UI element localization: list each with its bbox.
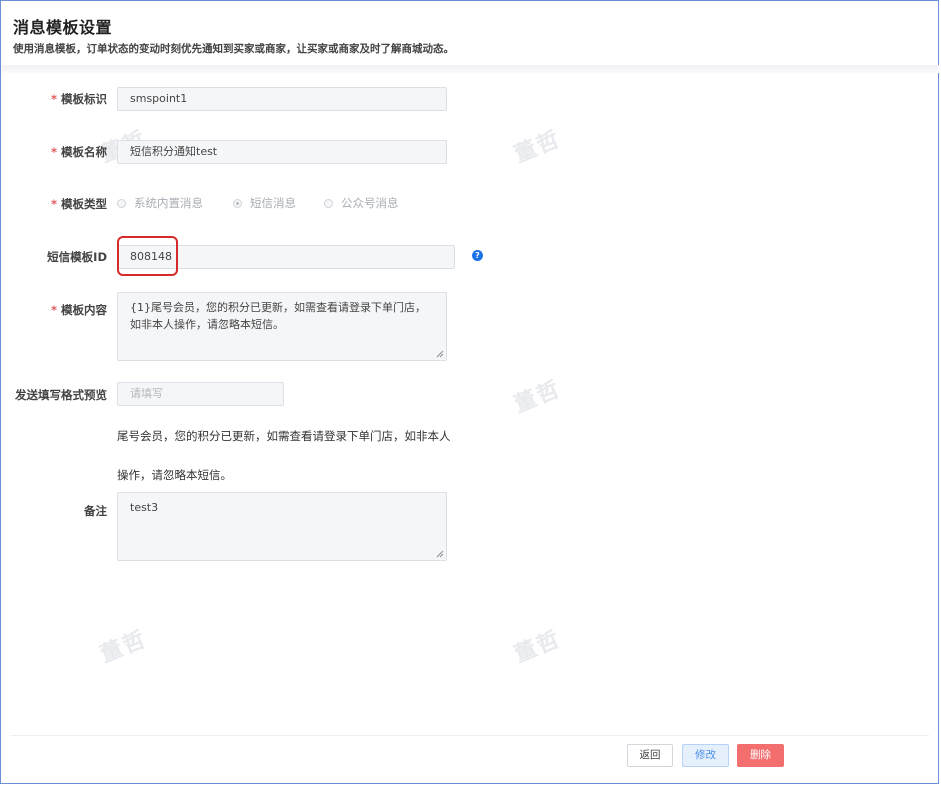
edit-button[interactable]: 修改 — [682, 744, 729, 767]
radio-system-message[interactable]: 系统内置消息 — [117, 195, 203, 211]
back-button[interactable]: 返回 — [627, 744, 673, 767]
radio-sms-message[interactable]: 短信消息 — [233, 195, 296, 211]
preview-input[interactable]: 请填写 — [117, 382, 284, 406]
page-header: 消息模板设置 使用消息模板，订单状态的变动时刻优先通知到买家或商家，让买家或商家… — [13, 14, 454, 56]
required-mark: * — [50, 145, 57, 159]
page-frame: 消息模板设置 使用消息模板，订单状态的变动时刻优先通知到买家或商家，让买家或商家… — [0, 0, 939, 784]
footer-divider — [11, 735, 929, 736]
delete-button[interactable]: 删除 — [737, 744, 784, 767]
radio-dot — [324, 199, 333, 208]
header-divider — [2, 65, 939, 73]
template-type-label: * 模板类型 — [50, 197, 107, 211]
page-description: 使用消息模板，订单状态的变动时刻优先通知到买家或商家，让买家或商家及时了解商城动… — [13, 43, 454, 55]
template-id-input[interactable]: smspoint1 — [117, 87, 447, 111]
watermark: 董哲 — [511, 626, 565, 668]
resize-handle-icon[interactable] — [436, 350, 444, 358]
remark-textarea[interactable]: test3 — [117, 492, 447, 561]
template-id-label: * 模板标识 — [50, 92, 107, 106]
template-content-label: * 模板内容 — [50, 303, 107, 317]
watermark: 董哲 — [511, 376, 565, 418]
watermark: 董哲 — [97, 626, 151, 668]
page-title: 消息模板设置 — [13, 18, 113, 37]
resize-handle-icon[interactable] — [436, 550, 444, 558]
required-mark: * — [50, 303, 57, 317]
required-mark: * — [50, 92, 57, 106]
template-name-input[interactable]: 短信积分通知test — [117, 140, 447, 164]
watermark: 董哲 — [511, 126, 565, 168]
template-content-textarea[interactable]: {1}尾号会员，您的积分已更新，如需查看请登录下单门店，如非本人操作，请忽略本短… — [117, 292, 447, 361]
preview-label: 发送填写格式预览 — [15, 388, 107, 402]
radio-dot-selected — [233, 199, 242, 208]
required-mark: * — [50, 197, 57, 211]
preview-text: 尾号会员，您的积分已更新，如需查看请登录下单门店，如非本人操作，请忽略本短信。 — [117, 429, 451, 482]
annotation-highlight-box — [117, 236, 178, 276]
help-icon[interactable]: ? — [472, 250, 483, 261]
radio-official-account-message[interactable]: 公众号消息 — [324, 195, 399, 211]
radio-dot — [117, 199, 126, 208]
template-name-label: * 模板名称 — [50, 145, 107, 159]
remark-label: 备注 — [84, 504, 107, 518]
sms-template-id-label: 短信模板ID — [47, 250, 107, 264]
